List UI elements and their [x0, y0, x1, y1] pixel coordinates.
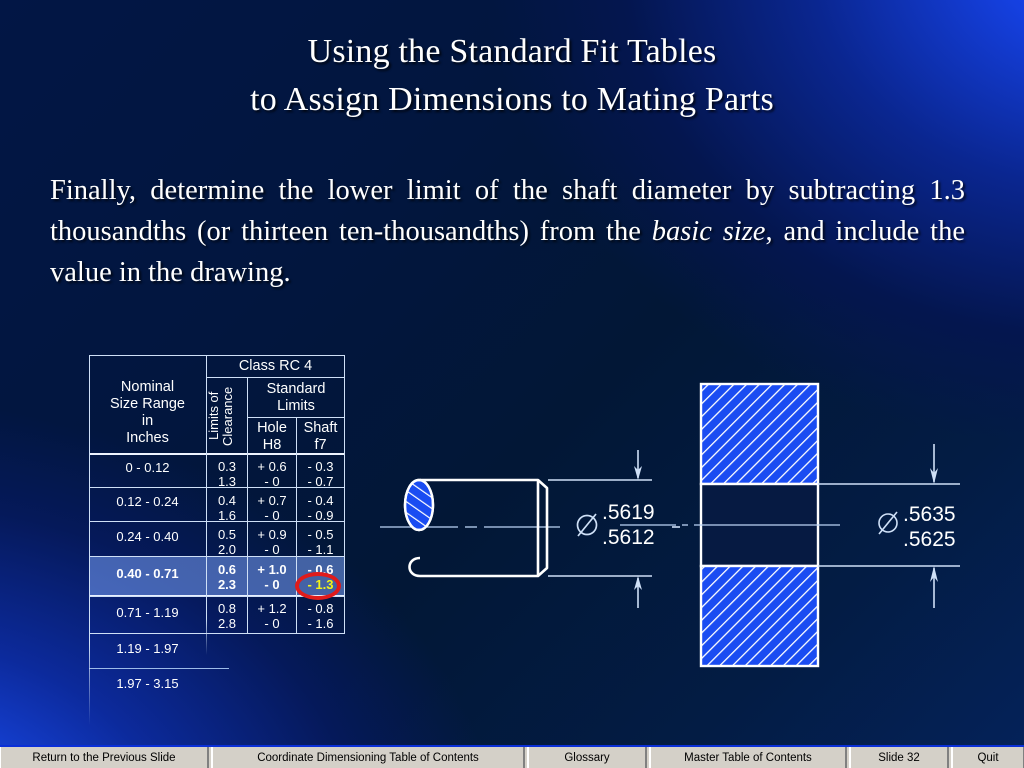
nav-button-coordinate-dimensioning-toc[interactable]: Coordinate Dimensioning Table of Content…	[212, 747, 524, 768]
diameter-symbol-hole	[878, 511, 898, 535]
table-cell-hole-lower: - 0	[264, 577, 280, 592]
table-cell-nominal: 1.97 - 3.15	[116, 676, 179, 691]
table-cell-nominal: 0.24 - 0.40	[116, 529, 179, 544]
table-cell-clearance-upper: 0.6	[217, 562, 237, 577]
nav-button-quit[interactable]: Quit	[952, 747, 1024, 768]
table-gridline	[89, 633, 345, 634]
table-cell-clearance-upper: 0.3	[217, 459, 237, 474]
table-cell-clearance-lower: 1.6	[217, 508, 237, 523]
table-gridline	[89, 355, 345, 356]
table-cell-shaft-upper: - 0.4	[307, 493, 334, 508]
table-cell-hole-upper: + 1.2	[257, 601, 287, 616]
nav-button-master-toc[interactable]: Master Table of Contents	[650, 747, 846, 768]
table-cell-hole-upper: + 0.9	[257, 527, 287, 542]
table-cell-nominal: 0.71 - 1.19	[116, 605, 179, 620]
hole-drawing-svg	[620, 382, 960, 668]
table-cell-nominal: 1.19 - 1.97	[116, 641, 179, 656]
table-cell-clearance-lower: 2.8	[217, 616, 237, 631]
diameter-symbol-shaft	[576, 513, 598, 537]
page-title: Using the Standard Fit Tables to Assign …	[0, 28, 1024, 124]
table-cell-shaft-lower: - 1.1	[307, 542, 334, 557]
table-cell-clearance-upper: 0.5	[217, 527, 237, 542]
table-cell-hole-lower: - 0	[264, 474, 280, 489]
table-header-limits-of-clearance: Limits of Clearance	[206, 386, 235, 446]
table-cell-clearance-upper: 0.4	[217, 493, 237, 508]
table-cell-hole-upper: + 0.6	[257, 459, 287, 474]
nav-button-glossary[interactable]: Glossary	[528, 747, 646, 768]
table-header-nominal: Nominal Size Range in Inches	[110, 379, 185, 446]
table-cell-clearance-upper: 0.8	[217, 601, 237, 616]
hole-lower-limit: .5625	[903, 528, 956, 551]
block-section-upper	[699, 382, 820, 486]
standard-fit-table: Nominal Size Range in Inches Class RC 4 …	[89, 355, 345, 725]
shaft-section-hatch	[403, 478, 435, 532]
table-cell-nominal: 0 - 0.12	[125, 460, 170, 475]
nav-button-slide-number[interactable]: Slide 32	[850, 747, 948, 768]
navigation-bar: Return to the Previous Slide Coordinate …	[0, 745, 1024, 768]
table-cell-shaft-lower: - 1.6	[307, 616, 334, 631]
table-cell-shaft-lower-annotated: - 1.3	[307, 577, 334, 592]
hole-upper-limit: .5635	[903, 503, 956, 526]
table-cell-hole-lower: - 0	[264, 616, 280, 631]
table-header-shaft: Shaft f7	[303, 420, 338, 453]
table-cell-nominal: 0.12 - 0.24	[116, 494, 179, 509]
table-cell-clearance-lower: 2.0	[217, 542, 237, 557]
table-cell-hole-lower: - 0	[264, 542, 280, 557]
table-cell-hole-lower: - 0	[264, 508, 280, 523]
nav-button-previous-slide[interactable]: Return to the Previous Slide	[0, 747, 208, 768]
body-paragraph: Finally, determine the lower limit of th…	[50, 170, 965, 293]
slide-canvas: Using the Standard Fit Tables to Assign …	[0, 0, 1024, 768]
table-gridline	[344, 355, 345, 633]
table-header-standard-limits: Standard Limits	[266, 381, 326, 414]
title-line-2: to Assign Dimensions to Mating Parts	[250, 81, 774, 118]
table-cell-clearance-lower: 1.3	[217, 474, 237, 489]
title-line-1: Using the Standard Fit Tables	[307, 33, 717, 70]
table-cell-clearance-lower: 2.3	[217, 577, 237, 592]
body-italic-term: basic size	[651, 216, 766, 247]
table-header-class: Class RC 4	[238, 358, 313, 374]
table-cell-nominal-selected: 0.40 - 0.71	[116, 566, 179, 581]
table-gridline	[89, 668, 229, 669]
table-cell-shaft-upper: - 0.5	[307, 527, 334, 542]
table-cell-shaft-upper: - 0.8	[307, 601, 334, 616]
table-header-hole: Hole H8	[257, 420, 287, 453]
block-section-lower	[699, 564, 820, 668]
table-gridline	[206, 377, 345, 378]
table-cell-shaft-lower: - 0.7	[307, 474, 334, 489]
table-cell-hole-upper: + 0.7	[257, 493, 287, 508]
table-cell-shaft-lower: - 0.9	[307, 508, 334, 523]
table-cell-shaft-upper: - 0.3	[307, 459, 334, 474]
hole-drawing: .5635 .5625	[620, 370, 1020, 680]
table-cell-hole-upper: + 1.0	[257, 562, 287, 577]
